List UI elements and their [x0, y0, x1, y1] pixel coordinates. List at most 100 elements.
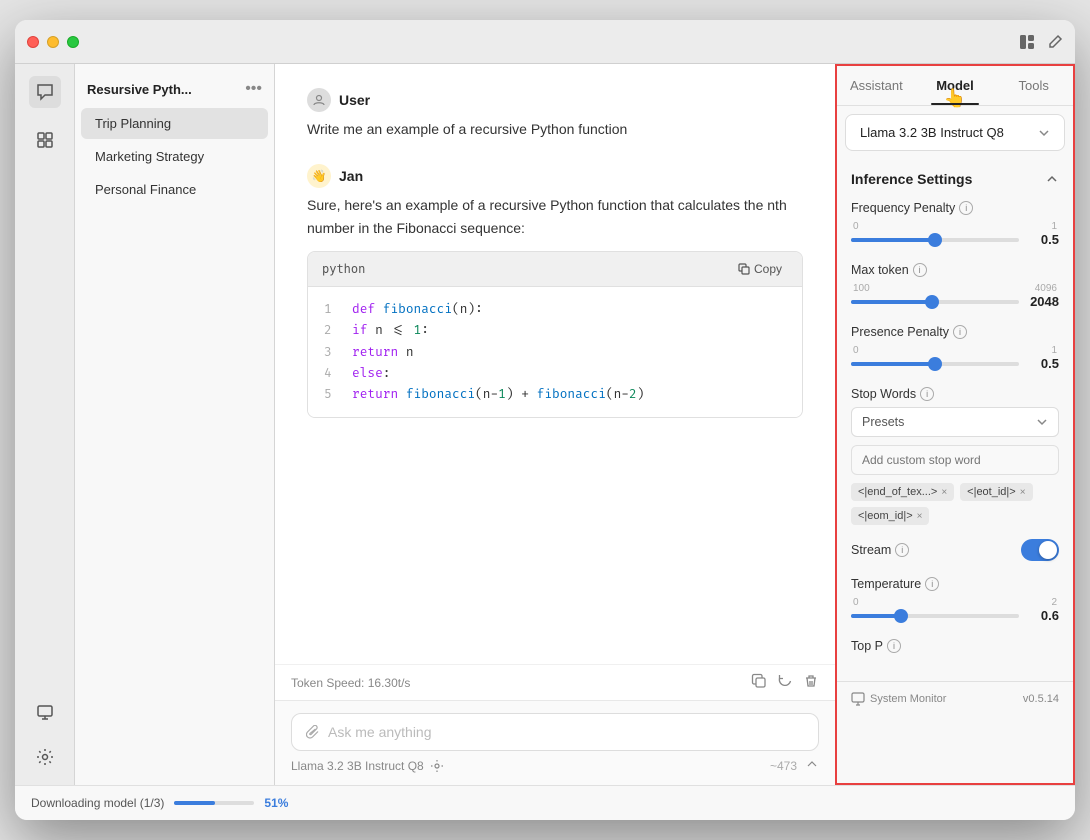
- presence-penalty-fill: [851, 362, 935, 366]
- stop-tag-end-of-tex-label: <|end_of_tex...>: [858, 486, 937, 498]
- top-p-info-icon[interactable]: i: [887, 639, 901, 653]
- chat-item-finance[interactable]: Personal Finance: [81, 174, 268, 205]
- close-button[interactable]: [27, 36, 39, 48]
- layout-icon[interactable]: [1019, 34, 1035, 50]
- tab-model[interactable]: Model 👆: [916, 66, 995, 105]
- footer-right: ~473: [770, 759, 819, 773]
- sidebar-item-grid[interactable]: [29, 124, 61, 156]
- more-icon[interactable]: •••: [245, 80, 262, 98]
- code-line-5: 5 return fibonacci(n-1) + fibonacci(n-2): [324, 384, 786, 405]
- stop-tag-eom-id: <|eom_id|> ×: [851, 507, 929, 525]
- max-token-label: Max token i: [851, 263, 1059, 277]
- refresh-icon[interactable]: [777, 673, 793, 692]
- chat-item-marketing[interactable]: Marketing Strategy: [81, 141, 268, 172]
- max-token-track[interactable]: [851, 300, 1019, 304]
- panel-footer: System Monitor v0.5.14: [837, 681, 1073, 716]
- max-token-setting: Max token i 100 4096 2048: [851, 263, 1059, 309]
- stop-tag-eom-id-label: <|eom_id|>: [858, 510, 913, 522]
- message-jan-body: Sure, here's an example of a recursive P…: [307, 194, 803, 239]
- temperature-track[interactable]: [851, 614, 1019, 618]
- code-header: python Copy: [308, 252, 802, 287]
- copy-message-icon[interactable]: [751, 673, 767, 692]
- version-label: v0.5.14: [1023, 693, 1059, 705]
- avatar-jan: 👋: [307, 164, 331, 188]
- presence-penalty-track[interactable]: [851, 362, 1019, 366]
- frequency-penalty-track[interactable]: [851, 238, 1019, 242]
- stream-toggle[interactable]: [1021, 539, 1059, 561]
- presence-penalty-value: 0.5: [1025, 356, 1059, 371]
- monitor-icon: [851, 692, 865, 706]
- tab-tools[interactable]: Tools: [994, 66, 1073, 105]
- system-monitor[interactable]: System Monitor: [851, 692, 946, 706]
- temperature-thumb[interactable]: [894, 609, 908, 623]
- presence-penalty-setting: Presence Penalty i 0 1 0.5: [851, 325, 1059, 371]
- stream-toggle-knob: [1039, 541, 1057, 559]
- code-body: 1 def fibonacci(n): 2 if n <= 1: 3 retur…: [308, 287, 802, 417]
- expand-icon[interactable]: [805, 759, 819, 773]
- stop-tag-eot-id-close[interactable]: ×: [1020, 487, 1026, 498]
- maximize-button[interactable]: [67, 36, 79, 48]
- token-speed-actions: [751, 673, 819, 692]
- frequency-penalty-thumb[interactable]: [928, 233, 942, 247]
- chat-input-box[interactable]: Ask me anything: [291, 713, 819, 751]
- max-token-minmax: 100 4096: [851, 283, 1059, 294]
- progress-fill: [174, 801, 215, 805]
- message-user-header: User: [307, 88, 803, 112]
- titlebar: [15, 20, 1075, 64]
- delete-icon[interactable]: [803, 673, 819, 692]
- sidebar-item-chat[interactable]: [29, 76, 61, 108]
- edit-icon[interactable]: [1047, 34, 1063, 50]
- max-token-info-icon[interactable]: i: [913, 263, 927, 277]
- temperature-value: 0.6: [1025, 608, 1059, 623]
- inference-section: Inference Settings Frequency Penalty i 0…: [837, 159, 1073, 681]
- sidebar-bottom: [29, 697, 61, 773]
- copy-button[interactable]: Copy: [732, 260, 788, 278]
- stop-words-info-icon[interactable]: i: [920, 387, 934, 401]
- top-p-setting: Top P i: [851, 639, 1059, 653]
- progress-track: [174, 801, 254, 805]
- presence-penalty-thumb[interactable]: [928, 357, 942, 371]
- stop-word-input[interactable]: [851, 445, 1059, 475]
- inference-title: Inference Settings: [851, 171, 1059, 187]
- presets-select[interactable]: Presets: [851, 407, 1059, 437]
- stop-tag-eom-id-close[interactable]: ×: [917, 511, 923, 522]
- chat-footer: Llama 3.2 3B Instruct Q8 ~473: [291, 759, 819, 773]
- tab-assistant[interactable]: Assistant: [837, 66, 916, 105]
- model-select[interactable]: Llama 3.2 3B Instruct Q8: [845, 114, 1065, 151]
- avatar-user: [307, 88, 331, 112]
- presence-penalty-info-icon[interactable]: i: [953, 325, 967, 339]
- chat-input-area: Ask me anything Llama 3.2 3B Instruct Q8…: [275, 700, 835, 785]
- attachment-icon: [306, 725, 320, 739]
- model-name-label: Llama 3.2 3B Instruct Q8: [291, 759, 424, 773]
- minimize-button[interactable]: [47, 36, 59, 48]
- cursor-hand-icon: 👆: [944, 88, 966, 109]
- chat-messages: User Write me an example of a recursive …: [275, 64, 835, 664]
- model-settings-icon[interactable]: [430, 759, 444, 773]
- sidebar-item-settings[interactable]: [29, 741, 61, 773]
- chat-input-placeholder: Ask me anything: [328, 724, 432, 740]
- temperature-slider-row: 0.6: [851, 608, 1059, 623]
- sidebar-item-export[interactable]: [29, 697, 61, 729]
- stop-tag-end-of-tex: <|end_of_tex...> ×: [851, 483, 954, 501]
- chat-list: Resursive Pyth... ••• Trip Planning Mark…: [75, 64, 275, 785]
- stream-label: Stream i: [851, 543, 909, 557]
- frequency-penalty-info-icon[interactable]: i: [959, 201, 973, 215]
- collapse-icon[interactable]: [1045, 172, 1059, 186]
- max-token-value: 2048: [1025, 294, 1059, 309]
- message-user-body: Write me an example of a recursive Pytho…: [307, 118, 803, 140]
- temperature-label: Temperature i: [851, 577, 1059, 591]
- frequency-penalty-value: 0.5: [1025, 232, 1059, 247]
- right-panel: Assistant Model 👆 Tools Llama 3.2 3B Ins…: [835, 64, 1075, 785]
- stop-tag-end-of-tex-close[interactable]: ×: [941, 487, 947, 498]
- stream-info-icon[interactable]: i: [895, 543, 909, 557]
- author-user: User: [339, 92, 370, 108]
- max-token-thumb[interactable]: [925, 295, 939, 309]
- author-jan: Jan: [339, 168, 363, 184]
- presets-chevron-icon: [1036, 416, 1048, 428]
- frequency-penalty-fill: [851, 238, 935, 242]
- max-token-slider-row: 2048: [851, 294, 1059, 309]
- stop-word-tags: <|end_of_tex...> × <|eot_id|> × <|eom_id…: [851, 483, 1059, 525]
- chat-item-trip[interactable]: Trip Planning: [81, 108, 268, 139]
- panel-tabs: Assistant Model 👆 Tools: [837, 66, 1073, 106]
- temperature-info-icon[interactable]: i: [925, 577, 939, 591]
